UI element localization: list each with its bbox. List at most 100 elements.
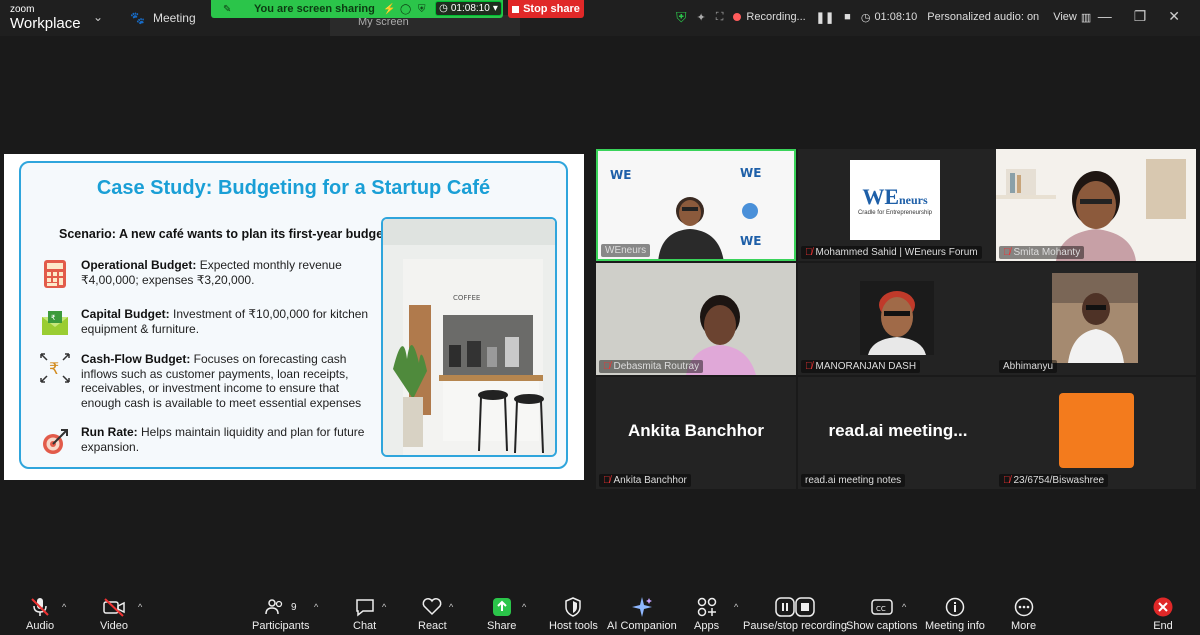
cafe-sign: COFFEE bbox=[453, 294, 480, 302]
apps-button[interactable]: Apps bbox=[694, 596, 719, 632]
minimize-icon[interactable]: — bbox=[1098, 8, 1112, 25]
chevron-down-icon: ▾ bbox=[492, 3, 498, 14]
video-tile-weneurs[interactable]: WE WE WE WEneurs bbox=[596, 149, 796, 261]
close-icon[interactable]: ✕ bbox=[1168, 8, 1180, 25]
host-tools-label: Host tools bbox=[549, 620, 598, 632]
captions-caret-icon[interactable]: ^ bbox=[902, 602, 906, 612]
participant-name-label: Abhimanyu bbox=[999, 360, 1058, 373]
video-tile-debasmita[interactable]: 🎙̸ Debasmita Routray bbox=[596, 263, 796, 375]
timer-clock-icon: ◷ 01:08:10 bbox=[861, 11, 917, 24]
participants-caret-icon[interactable]: ^ bbox=[314, 602, 318, 612]
share-caret-icon[interactable]: ^ bbox=[522, 602, 526, 612]
focus-icon[interactable]: ⛶ bbox=[716, 11, 724, 24]
stop-recording-icon[interactable]: ■ bbox=[844, 11, 851, 23]
audio-caret-icon[interactable]: ^ bbox=[62, 602, 66, 612]
participant-name-label: 🎙̸ 23/6754/Biswashree bbox=[999, 474, 1109, 487]
participants-count: 9 bbox=[290, 601, 297, 613]
meeting-tab[interactable]: 🐾 Meeting bbox=[130, 11, 196, 25]
stop-share-button[interactable]: Stop share bbox=[508, 0, 584, 18]
host-tools-button[interactable]: Host tools bbox=[549, 596, 598, 632]
video-tile-readai[interactable]: read.ai meeting... read.ai meeting notes bbox=[798, 377, 998, 489]
pause-stop-recording-button[interactable]: Pause/stop recording bbox=[743, 596, 847, 632]
grid-view-icon: ▥ bbox=[1080, 11, 1092, 24]
participant-name-label: WEneurs bbox=[601, 244, 651, 257]
restore-icon[interactable]: ❐ bbox=[1134, 8, 1147, 25]
mic-muted-icon: 🎙̸ bbox=[805, 361, 813, 372]
item-heading: Operational Budget: bbox=[81, 258, 197, 272]
apps-icon bbox=[696, 596, 718, 618]
apps-label: Apps bbox=[694, 620, 720, 632]
slide-title: Case Study: Budgeting for a Startup Café bbox=[96, 177, 491, 199]
video-tile-smita[interactable]: 🎙̸ Smita Mohanty bbox=[996, 149, 1196, 261]
slide-item-operational: Operational Budget: Expected monthly rev… bbox=[39, 258, 371, 290]
recording-indicator[interactable]: Recording... bbox=[733, 11, 806, 23]
info-icon bbox=[945, 596, 965, 618]
clock-icon: ◷ bbox=[860, 11, 871, 24]
participant-display-name: Ankita Banchhor bbox=[627, 421, 765, 440]
share-timer[interactable]: ◷ 01:08:10 ▾ bbox=[435, 1, 502, 16]
audio-button[interactable]: Audio bbox=[26, 596, 54, 632]
video-label: Video bbox=[100, 620, 128, 632]
react-caret-icon[interactable]: ^ bbox=[449, 602, 453, 612]
react-button[interactable]: React bbox=[418, 596, 447, 632]
stop-icon bbox=[512, 5, 520, 13]
participants-icon: 9 bbox=[265, 596, 297, 618]
shield-icon bbox=[564, 596, 582, 618]
brand-line1: zoom bbox=[10, 4, 35, 15]
video-tile-biswashree[interactable]: 🎙̸ 23/6754/Biswashree bbox=[996, 377, 1196, 489]
svg-text:WE: WE bbox=[610, 168, 631, 182]
clock-icon: ◷ bbox=[439, 3, 448, 14]
svg-text:₹: ₹ bbox=[49, 359, 59, 378]
pause-share-icon[interactable]: ◯ bbox=[400, 4, 411, 15]
personalized-audio-label[interactable]: Personalized audio: on bbox=[927, 11, 1039, 23]
show-captions-button[interactable]: CC Show captions bbox=[846, 596, 918, 632]
chat-caret-icon[interactable]: ^ bbox=[382, 602, 386, 612]
video-button[interactable]: Video bbox=[100, 596, 128, 632]
participant-name-label: 🎙̸ Mohammed Sahid | WEneurs Forum bbox=[801, 246, 982, 259]
audio-label: Audio bbox=[26, 620, 55, 632]
pause-recording-icon[interactable]: ❚❚ bbox=[816, 11, 834, 24]
participant-name-label: read.ai meeting notes bbox=[801, 474, 906, 487]
video-caret-icon[interactable]: ^ bbox=[138, 602, 142, 612]
chevron-down-icon[interactable]: ⌄ bbox=[93, 10, 103, 24]
my-screen-tab[interactable]: My screen bbox=[330, 15, 520, 36]
participant-avatar bbox=[1052, 273, 1138, 363]
more-button[interactable]: More bbox=[1011, 596, 1036, 632]
recording-label: Recording... bbox=[746, 11, 806, 23]
stop-share-label: Stop share bbox=[523, 3, 580, 15]
mic-muted-icon bbox=[29, 596, 51, 618]
mic-status-icon[interactable]: ⚡ bbox=[383, 4, 395, 15]
mic-muted-icon: 🎙̸ bbox=[603, 361, 611, 372]
ai-sparkle-icon[interactable]: ✦ bbox=[697, 11, 706, 24]
rupee-flow-icon: ₹ bbox=[39, 352, 71, 384]
video-off-icon bbox=[102, 596, 126, 618]
view-label: View bbox=[1053, 11, 1077, 23]
end-label: End bbox=[1153, 620, 1173, 632]
record-dot-icon bbox=[733, 13, 742, 21]
video-tile-mohammed[interactable]: WEneurs Cradle for Entrepreneurship 🎙̸ Mo… bbox=[798, 149, 998, 261]
slide-item-runrate: Run Rate: Helps maintain liquidity and p… bbox=[39, 425, 371, 457]
participant-video bbox=[596, 263, 796, 375]
chat-button[interactable]: Chat bbox=[353, 596, 376, 632]
share-button[interactable]: Share bbox=[487, 596, 516, 632]
participants-label: Participants bbox=[252, 620, 310, 632]
meeting-status: ⛨ ✦ ⛶ Recording... ❚❚ ■ ◷ 01:08:10 Perso… bbox=[676, 8, 1091, 26]
video-tile-ankita[interactable]: Ankita Banchhor 🎙̸ Ankita Banchhor bbox=[596, 377, 796, 489]
participants-button[interactable]: 9 Participants bbox=[252, 596, 309, 632]
pause-stop-label: Pause/stop recording bbox=[743, 620, 847, 632]
video-tile-manoranjan[interactable]: 🎙̸ MANORANJAN DASH bbox=[798, 263, 998, 375]
view-button[interactable]: View ▥ bbox=[1053, 11, 1091, 24]
weneurs-logo: WEneurs Cradle for Entrepreneurship bbox=[850, 160, 940, 240]
svg-text:WE: WE bbox=[740, 166, 761, 180]
share-label: Share bbox=[487, 620, 517, 632]
screen-sharing-text: You are screen sharing bbox=[254, 3, 375, 15]
security-shield-icon[interactable]: ⛨ bbox=[676, 9, 687, 26]
apps-caret-icon[interactable]: ^ bbox=[734, 602, 738, 612]
video-tile-abhimanyu[interactable]: Abhimanyu bbox=[996, 263, 1196, 375]
ai-companion-button[interactable]: AI Companion bbox=[607, 596, 677, 632]
end-button[interactable]: End bbox=[1152, 596, 1174, 632]
meeting-info-button[interactable]: Meeting info bbox=[925, 596, 985, 632]
window-controls: — ❐ ✕ bbox=[1098, 8, 1180, 25]
calculator-icon bbox=[39, 258, 71, 290]
mic-icon[interactable]: ✎ bbox=[223, 4, 231, 15]
